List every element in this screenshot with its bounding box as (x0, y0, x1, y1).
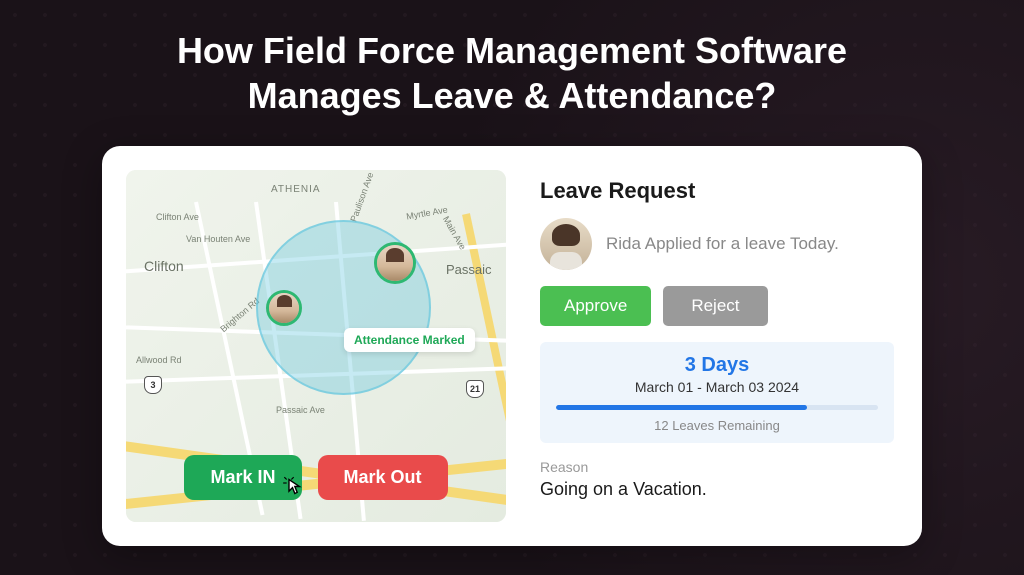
avatar-pin-outside[interactable] (266, 290, 302, 326)
route-shield-21: 21 (466, 380, 484, 398)
request-row: Rida Applied for a leave Today. (540, 218, 894, 270)
leave-info-box: 3 Days March 01 - March 03 2024 12 Leave… (540, 342, 894, 443)
map-label-passaicave: Passaic Ave (276, 405, 325, 415)
map-label-athenia: ATHENIA (271, 184, 321, 195)
leaves-remaining: 12 Leaves Remaining (556, 418, 878, 433)
map-label-passaic: Passaic (446, 262, 492, 277)
route-shield-3: 3 (144, 376, 162, 394)
approve-button[interactable]: Approve (540, 286, 651, 326)
leave-progress-track (556, 405, 878, 410)
headline-text: How Field Force Management Software Mana… (177, 30, 847, 116)
map-panel: ATHENIA Clifton Passaic Paulison Ave Van… (126, 170, 506, 522)
date-range: March 01 - March 03 2024 (556, 379, 878, 395)
requester-avatar (540, 218, 592, 270)
page-headline: How Field Force Management Software Mana… (177, 28, 847, 118)
request-text: Rida Applied for a leave Today. (606, 233, 839, 256)
map-label-clifton: Clifton (144, 258, 184, 274)
attendance-status-chip: Attendance Marked (344, 328, 475, 352)
map-action-buttons: Mark IN Mark Out (126, 455, 506, 500)
days-count: 3 Days (556, 354, 878, 377)
map-label-cliftonave: Clifton Ave (156, 212, 199, 222)
mark-out-button[interactable]: Mark Out (318, 455, 448, 500)
mark-in-label: Mark IN (210, 467, 275, 487)
leave-progress-fill (556, 405, 807, 410)
leave-request-panel: Leave Request Rida Applied for a leave T… (536, 170, 898, 522)
leave-request-title: Leave Request (540, 178, 894, 204)
reject-button[interactable]: Reject (663, 286, 767, 326)
reason-text: Going on a Vacation. (540, 479, 894, 500)
action-row: Approve Reject (540, 286, 894, 326)
map-label-allwood: Allwood Rd (136, 355, 182, 365)
map-label-vanhouten: Van Houten Ave (186, 234, 250, 244)
cursor-hand-icon (282, 476, 310, 504)
feature-card: ATHENIA Clifton Passaic Paulison Ave Van… (102, 146, 922, 546)
mark-in-button[interactable]: Mark IN (184, 455, 301, 500)
avatar-pin-inside[interactable] (374, 242, 416, 284)
reason-label: Reason (540, 459, 894, 475)
